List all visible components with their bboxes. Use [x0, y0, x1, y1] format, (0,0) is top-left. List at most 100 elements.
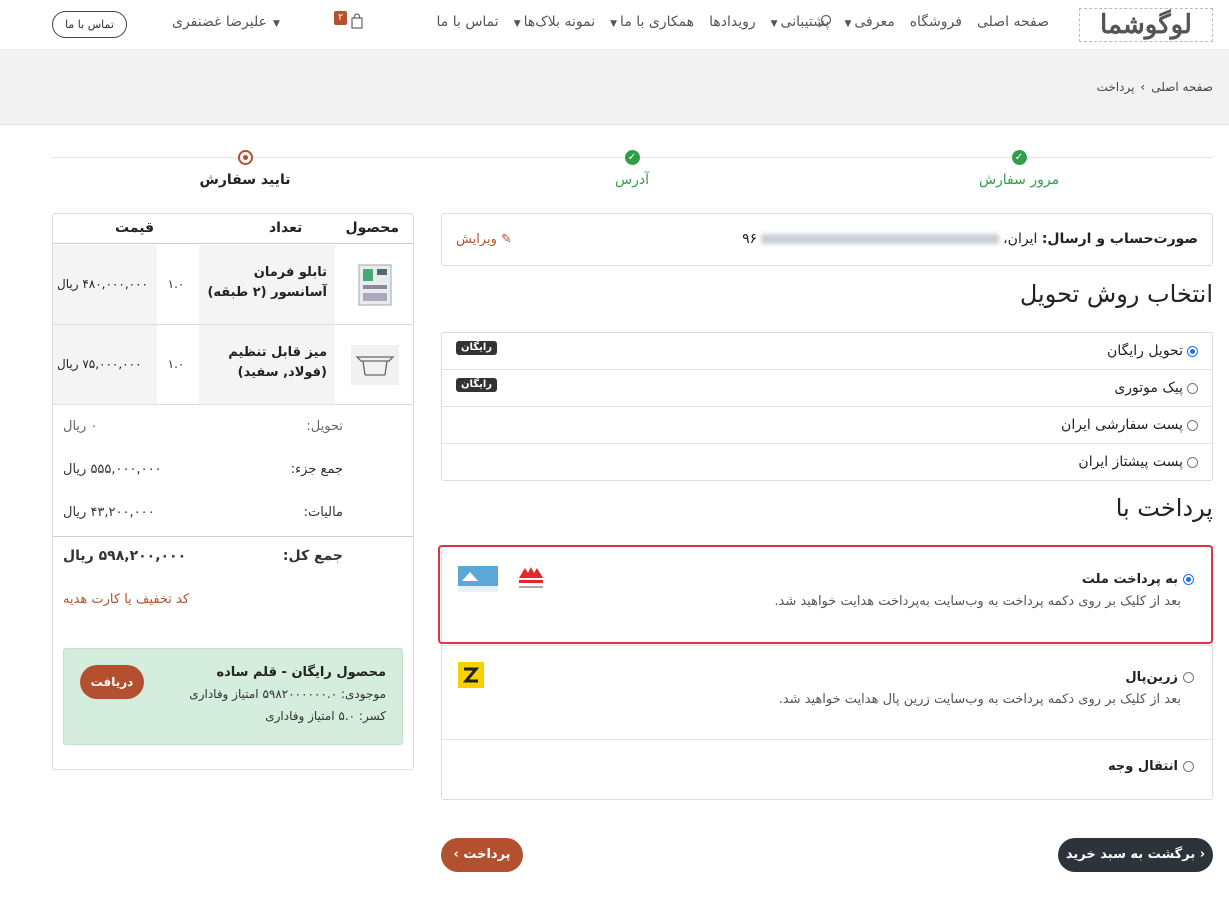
radio-button[interactable]: [1187, 382, 1198, 394]
address-country: ایران،: [1003, 231, 1038, 247]
current-step-icon: [237, 150, 253, 165]
menu-label: نمونه بلاک‌ها: [523, 14, 596, 30]
step-confirm: تایید سفارش: [165, 150, 325, 188]
step-label: مرور سفارش: [978, 172, 1060, 188]
menu-item-about[interactable]: معرفی▼: [844, 14, 894, 30]
product-name[interactable]: تابلو فرمان آسانسور (۲ طبقه): [199, 245, 335, 324]
edit-address-link[interactable]: ✎ ویرایش: [456, 232, 512, 247]
menu-item-events[interactable]: رویدادها: [709, 14, 756, 30]
menu-item-home[interactable]: صفحه اصلی: [977, 14, 1049, 30]
caret-down-icon: ▼: [770, 19, 778, 29]
delivery-option-courier[interactable]: پیک موتوری رایگان: [442, 370, 1212, 407]
order-table-header: محصول تعداد قیمت: [53, 214, 413, 244]
check-icon: ✓: [624, 150, 640, 165]
menu-item-blocks[interactable]: نمونه بلاک‌ها▼: [514, 14, 595, 30]
breadcrumb-band: صفحه اصلی › پرداخت: [0, 50, 1229, 125]
option-description: بعد از کلیک بر روی دکمه پرداخت به وب‌سای…: [778, 692, 1181, 707]
menu-item-careers[interactable]: همکاری با ما▼: [610, 14, 694, 30]
site-logo[interactable]: لوگوشما: [1079, 8, 1213, 42]
table-row: تابلو فرمان آسانسور (۲ طبقه) ۱.۰ ۴۸۰,۰۰۰…: [53, 245, 413, 325]
option-label: انتقال وجه: [1107, 759, 1178, 774]
breadcrumb-current: پرداخت: [1096, 80, 1135, 94]
header-price: قیمت: [115, 220, 155, 236]
delivery-options: تحویل رایگان رایگان پیک موتوری رایگان پس…: [441, 332, 1213, 481]
reward-title: محصول رایگان - قلم ساده: [216, 665, 386, 680]
reward-balance: موجودی: ۵۹۸۲۰۰۰۰۰۰.۰ امتیاز وفاداری: [189, 687, 386, 701]
option-label: پیک موتوری: [1114, 380, 1183, 396]
table-row: میز قابل تنظیم (فولاد, سفید) ۱.۰ ۷۵,۰۰۰,…: [53, 325, 413, 405]
total-label: جمع جزء:: [290, 462, 343, 477]
button-label: برگشت به سبد خرید: [1065, 847, 1196, 862]
total-value: ۴۳,۲۰۰,۰۰۰ ریال: [63, 505, 155, 520]
price-badge: رایگان: [456, 378, 498, 392]
address-card: صورت‌حساب و ارسال: ایران، ۹۶ ✎ ویرایش: [441, 213, 1213, 266]
option-label: زرین‌پال: [1125, 670, 1178, 685]
blurred-address: [761, 234, 1000, 244]
total-label: جمع کل:: [282, 548, 343, 564]
menu-label: معرفی: [854, 14, 895, 30]
radio-button[interactable]: [1183, 761, 1194, 772]
price-badge: رایگان: [456, 341, 498, 355]
total-label: مالیات:: [303, 505, 343, 520]
selected-payment-highlight: [438, 545, 1213, 644]
pay-button[interactable]: پرداخت ›: [441, 838, 523, 872]
zarinpal-logo-icon: [458, 662, 484, 688]
menu-item-shop[interactable]: فروشگاه: [910, 14, 962, 30]
option-label: تحویل رایگان: [1107, 343, 1183, 359]
option-label: پست سفارشی ایران: [1061, 417, 1183, 433]
step-address: ✓ آدرس: [552, 150, 712, 188]
delivery-option-express-post[interactable]: پست پیشتاز ایران: [442, 444, 1212, 481]
address-line: صورت‌حساب و ارسال: ایران، ۹۶: [742, 231, 1198, 247]
radio-button[interactable]: [1183, 672, 1194, 683]
edit-icon: ✎: [501, 232, 512, 247]
main-menu: صفحه اصلی فروشگاه معرفی▼ پشتیبانی▼ رویدا…: [437, 14, 1050, 30]
product-price: ۴۸۰,۰۰۰,۰۰۰ ریال: [53, 245, 157, 324]
product-image: [351, 345, 399, 385]
breadcrumb-home[interactable]: صفحه اصلی: [1151, 80, 1213, 94]
check-icon: ✓: [1011, 150, 1027, 165]
claim-reward-button[interactable]: دریافت: [80, 665, 144, 699]
product-name[interactable]: میز قابل تنظیم (فولاد, سفید): [199, 325, 335, 404]
menu-label: همکاری با ما: [620, 14, 695, 30]
navbar: لوگوشما صفحه اصلی فروشگاه معرفی▼ پشتیبان…: [0, 0, 1229, 50]
divider: [53, 536, 413, 537]
delivery-heading: انتخاب روش تحویل: [1019, 280, 1213, 308]
radio-button[interactable]: [1187, 345, 1198, 357]
radio-button[interactable]: [1187, 419, 1198, 431]
total-value: ۵۹۸,۲۰۰,۰۰۰ ریال: [63, 548, 187, 564]
chevron-left-icon: ›: [1140, 80, 1146, 94]
payment-heading: پرداخت با: [1115, 494, 1213, 522]
payment-option-transfer[interactable]: انتقال وجه: [442, 740, 1212, 799]
product-qty: ۱.۰: [167, 277, 185, 291]
order-summary: محصول تعداد قیمت تابلو فرمان آسانسور (۲ …: [52, 213, 414, 770]
delivery-option-free[interactable]: تحویل رایگان رایگان: [442, 333, 1212, 370]
total-label: تحویل:: [306, 419, 343, 434]
search-icon[interactable]: [818, 14, 832, 28]
caret-down-icon: ▼: [513, 19, 521, 29]
header-product: محصول: [345, 220, 399, 236]
reward-cost: کسر: ۵.۰ امتیاز وفاداری: [265, 709, 386, 723]
user-menu[interactable]: ▼ علیرضا غضنفری: [172, 14, 280, 30]
shopping-bag-icon[interactable]: [350, 13, 364, 29]
caret-down-icon: ▼: [610, 19, 618, 29]
chevron-left-icon: ›: [453, 847, 464, 862]
step-label: تایید سفارش: [199, 172, 291, 188]
contact-us-button[interactable]: تماس با ما: [52, 11, 127, 38]
option-label: پست پیشتاز ایران: [1078, 454, 1183, 470]
step-review: ✓ مرور سفارش: [939, 150, 1099, 188]
address-phone: ۹۶: [742, 231, 758, 247]
coupon-link[interactable]: کد تخفیف یا کارت هدیه: [63, 592, 189, 607]
radio-button[interactable]: [1187, 456, 1198, 468]
delivery-option-registered-post[interactable]: پست سفارشی ایران: [442, 407, 1212, 444]
product-price: ۷۵,۰۰۰,۰۰۰ ریال: [53, 325, 157, 404]
reward-card: محصول رایگان - قلم ساده موجودی: ۵۹۸۲۰۰۰۰…: [63, 648, 403, 745]
breadcrumb: صفحه اصلی › پرداخت: [1097, 80, 1213, 94]
total-value: ۰ ریال: [63, 419, 98, 434]
menu-item-contact[interactable]: تماس با ما: [437, 14, 499, 30]
payment-option-zarinpal[interactable]: زرین‌پال بعد از کلیک بر روی دکمه پرداخت …: [442, 646, 1212, 740]
edit-label: ویرایش: [456, 232, 497, 247]
back-to-cart-button[interactable]: ‹ برگشت به سبد خرید: [1058, 838, 1213, 872]
product-qty: ۱.۰: [167, 357, 185, 371]
button-label: پرداخت: [463, 847, 511, 862]
user-name: علیرضا غضنفری: [172, 14, 267, 30]
